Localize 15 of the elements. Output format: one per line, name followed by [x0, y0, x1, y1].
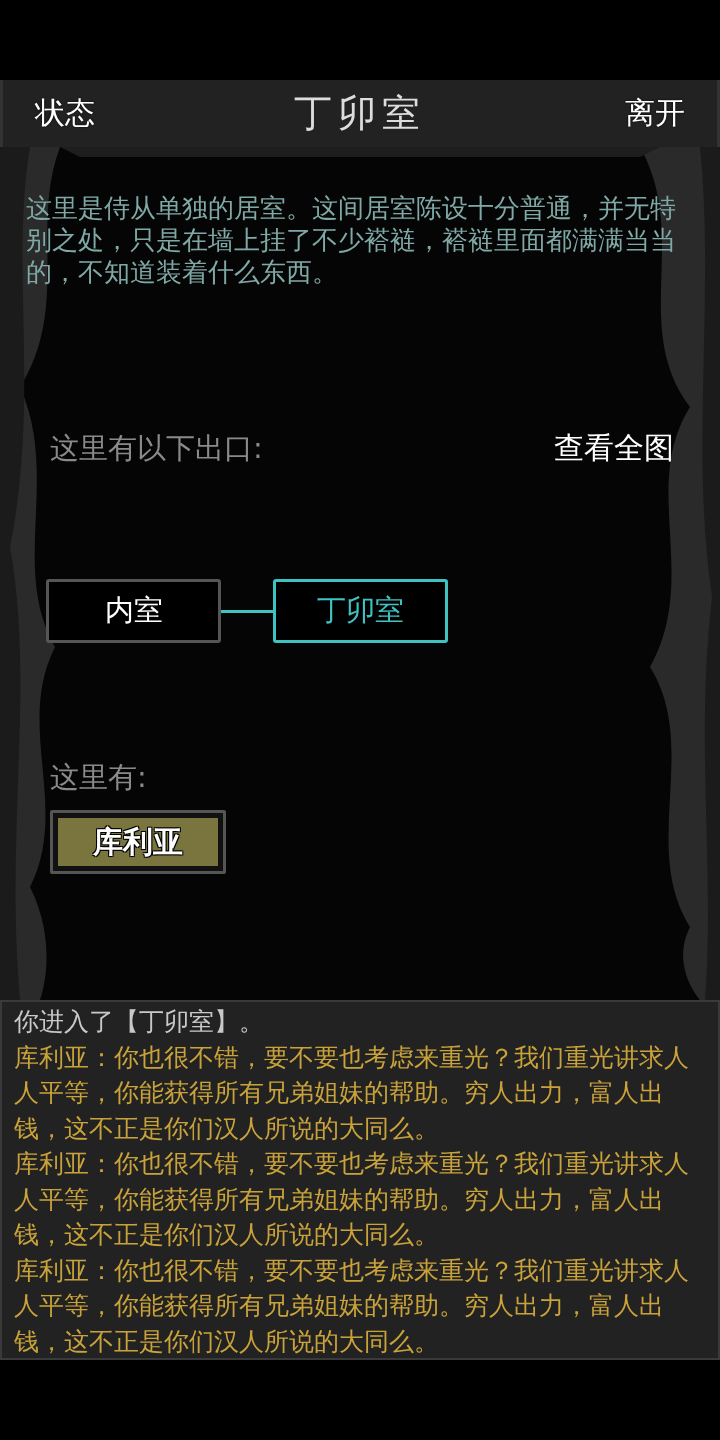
- map-room[interactable]: 内室: [46, 579, 221, 643]
- room-description: 这里是侍从单独的居室。这间居室陈设十分普通，并无特别之处，只是在墙上挂了不少褡裢，褡裢里面都满满当当的，不知道装着什么东西。: [26, 192, 677, 288]
- map-room[interactable]: 丁卯室: [273, 579, 448, 643]
- exits-label: 这里有以下出口:: [50, 429, 263, 467]
- map-connector: [221, 609, 273, 613]
- log-message: 库利亚：你也很不错，要不要也考虑来重光？我们重光讲求人人平等，你能获得所有兄弟姐妹的帮助。穷人出力，富人出钱，这不正是你们汉人所说的大同么。: [14, 1254, 690, 1358]
- present-label: 这里有:: [50, 759, 148, 796]
- log-message: 库利亚：你也很不错，要不要也考虑来重光？我们重光讲求人人平等，你能获得所有兄弟姐妹的帮助。穷人出力，富人出钱，这不正是你们汉人所说的大同么。: [14, 1041, 690, 1145]
- log-message: 库利亚：你也很不错，要不要也考虑来重光？我们重光讲求人人平等，你能获得所有兄弟姐妹的帮助。穷人出力，富人出钱，这不正是你们汉人所说的大同么。: [14, 1148, 690, 1251]
- status-button[interactable]: 状态: [35, 93, 95, 134]
- view-map-button[interactable]: 查看全图: [554, 428, 674, 469]
- npc-button[interactable]: 库利亚: [50, 810, 226, 874]
- room-title: 丁卯室: [294, 90, 426, 137]
- log-message: 你进入了【丁卯室】。: [14, 1006, 265, 1038]
- leave-button[interactable]: 离开: [625, 93, 685, 134]
